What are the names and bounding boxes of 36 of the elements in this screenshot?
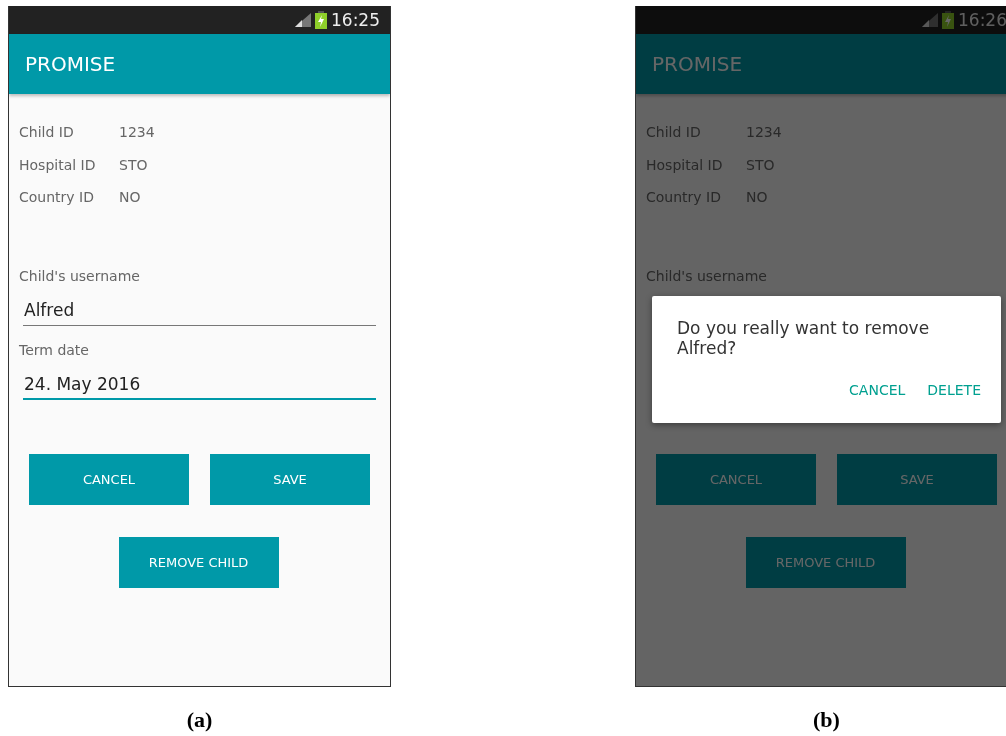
field-label: Child's username: [646, 267, 768, 286]
dialog-action-button[interactable]: DELETE: [927, 382, 981, 398]
figure-caption: (a): [186, 707, 213, 733]
info-label: Hospital ID: [646, 156, 724, 173]
signal-icon: [922, 13, 938, 27]
battery-charging-icon: [315, 11, 327, 29]
info-label: Country ID: [646, 189, 722, 206]
action-button[interactable]: SAVE: [837, 453, 997, 505]
info-value: 1234: [119, 124, 155, 141]
info-value: NO: [746, 189, 768, 206]
info-value: STO: [746, 156, 775, 173]
input-field[interactable]: 24. May 2016: [23, 369, 376, 400]
remove-child-button[interactable]: REMOVE CHILD: [745, 536, 906, 588]
dialog-action-button[interactable]: CANCEL: [849, 382, 906, 398]
signal-icon: [295, 13, 311, 27]
dialog-message: Do you really want to remove Alfred?: [677, 318, 931, 358]
info-label: Country ID: [19, 189, 95, 206]
remove-child-button[interactable]: REMOVE CHILD: [118, 536, 279, 588]
info-value: STO: [119, 156, 148, 173]
figure-caption: (b): [813, 707, 840, 733]
action-button[interactable]: CANCEL: [656, 453, 816, 505]
app-title: PROMISE: [652, 52, 743, 76]
status-time: 16:25: [331, 10, 380, 30]
input-field[interactable]: Alfred: [23, 295, 376, 326]
info-label: Child ID: [19, 124, 75, 141]
app-title: PROMISE: [25, 52, 116, 76]
info-label: Child ID: [646, 124, 702, 141]
info-value: NO: [119, 189, 141, 206]
field-label: Child's username: [19, 267, 141, 286]
battery-charging-icon: [942, 11, 954, 29]
action-button[interactable]: CANCEL: [29, 453, 189, 505]
info-label: Hospital ID: [19, 156, 97, 173]
action-button[interactable]: SAVE: [210, 453, 370, 505]
field-label: Term date: [19, 341, 90, 360]
status-time: 16:26: [958, 10, 1006, 30]
info-value: 1234: [746, 124, 782, 141]
